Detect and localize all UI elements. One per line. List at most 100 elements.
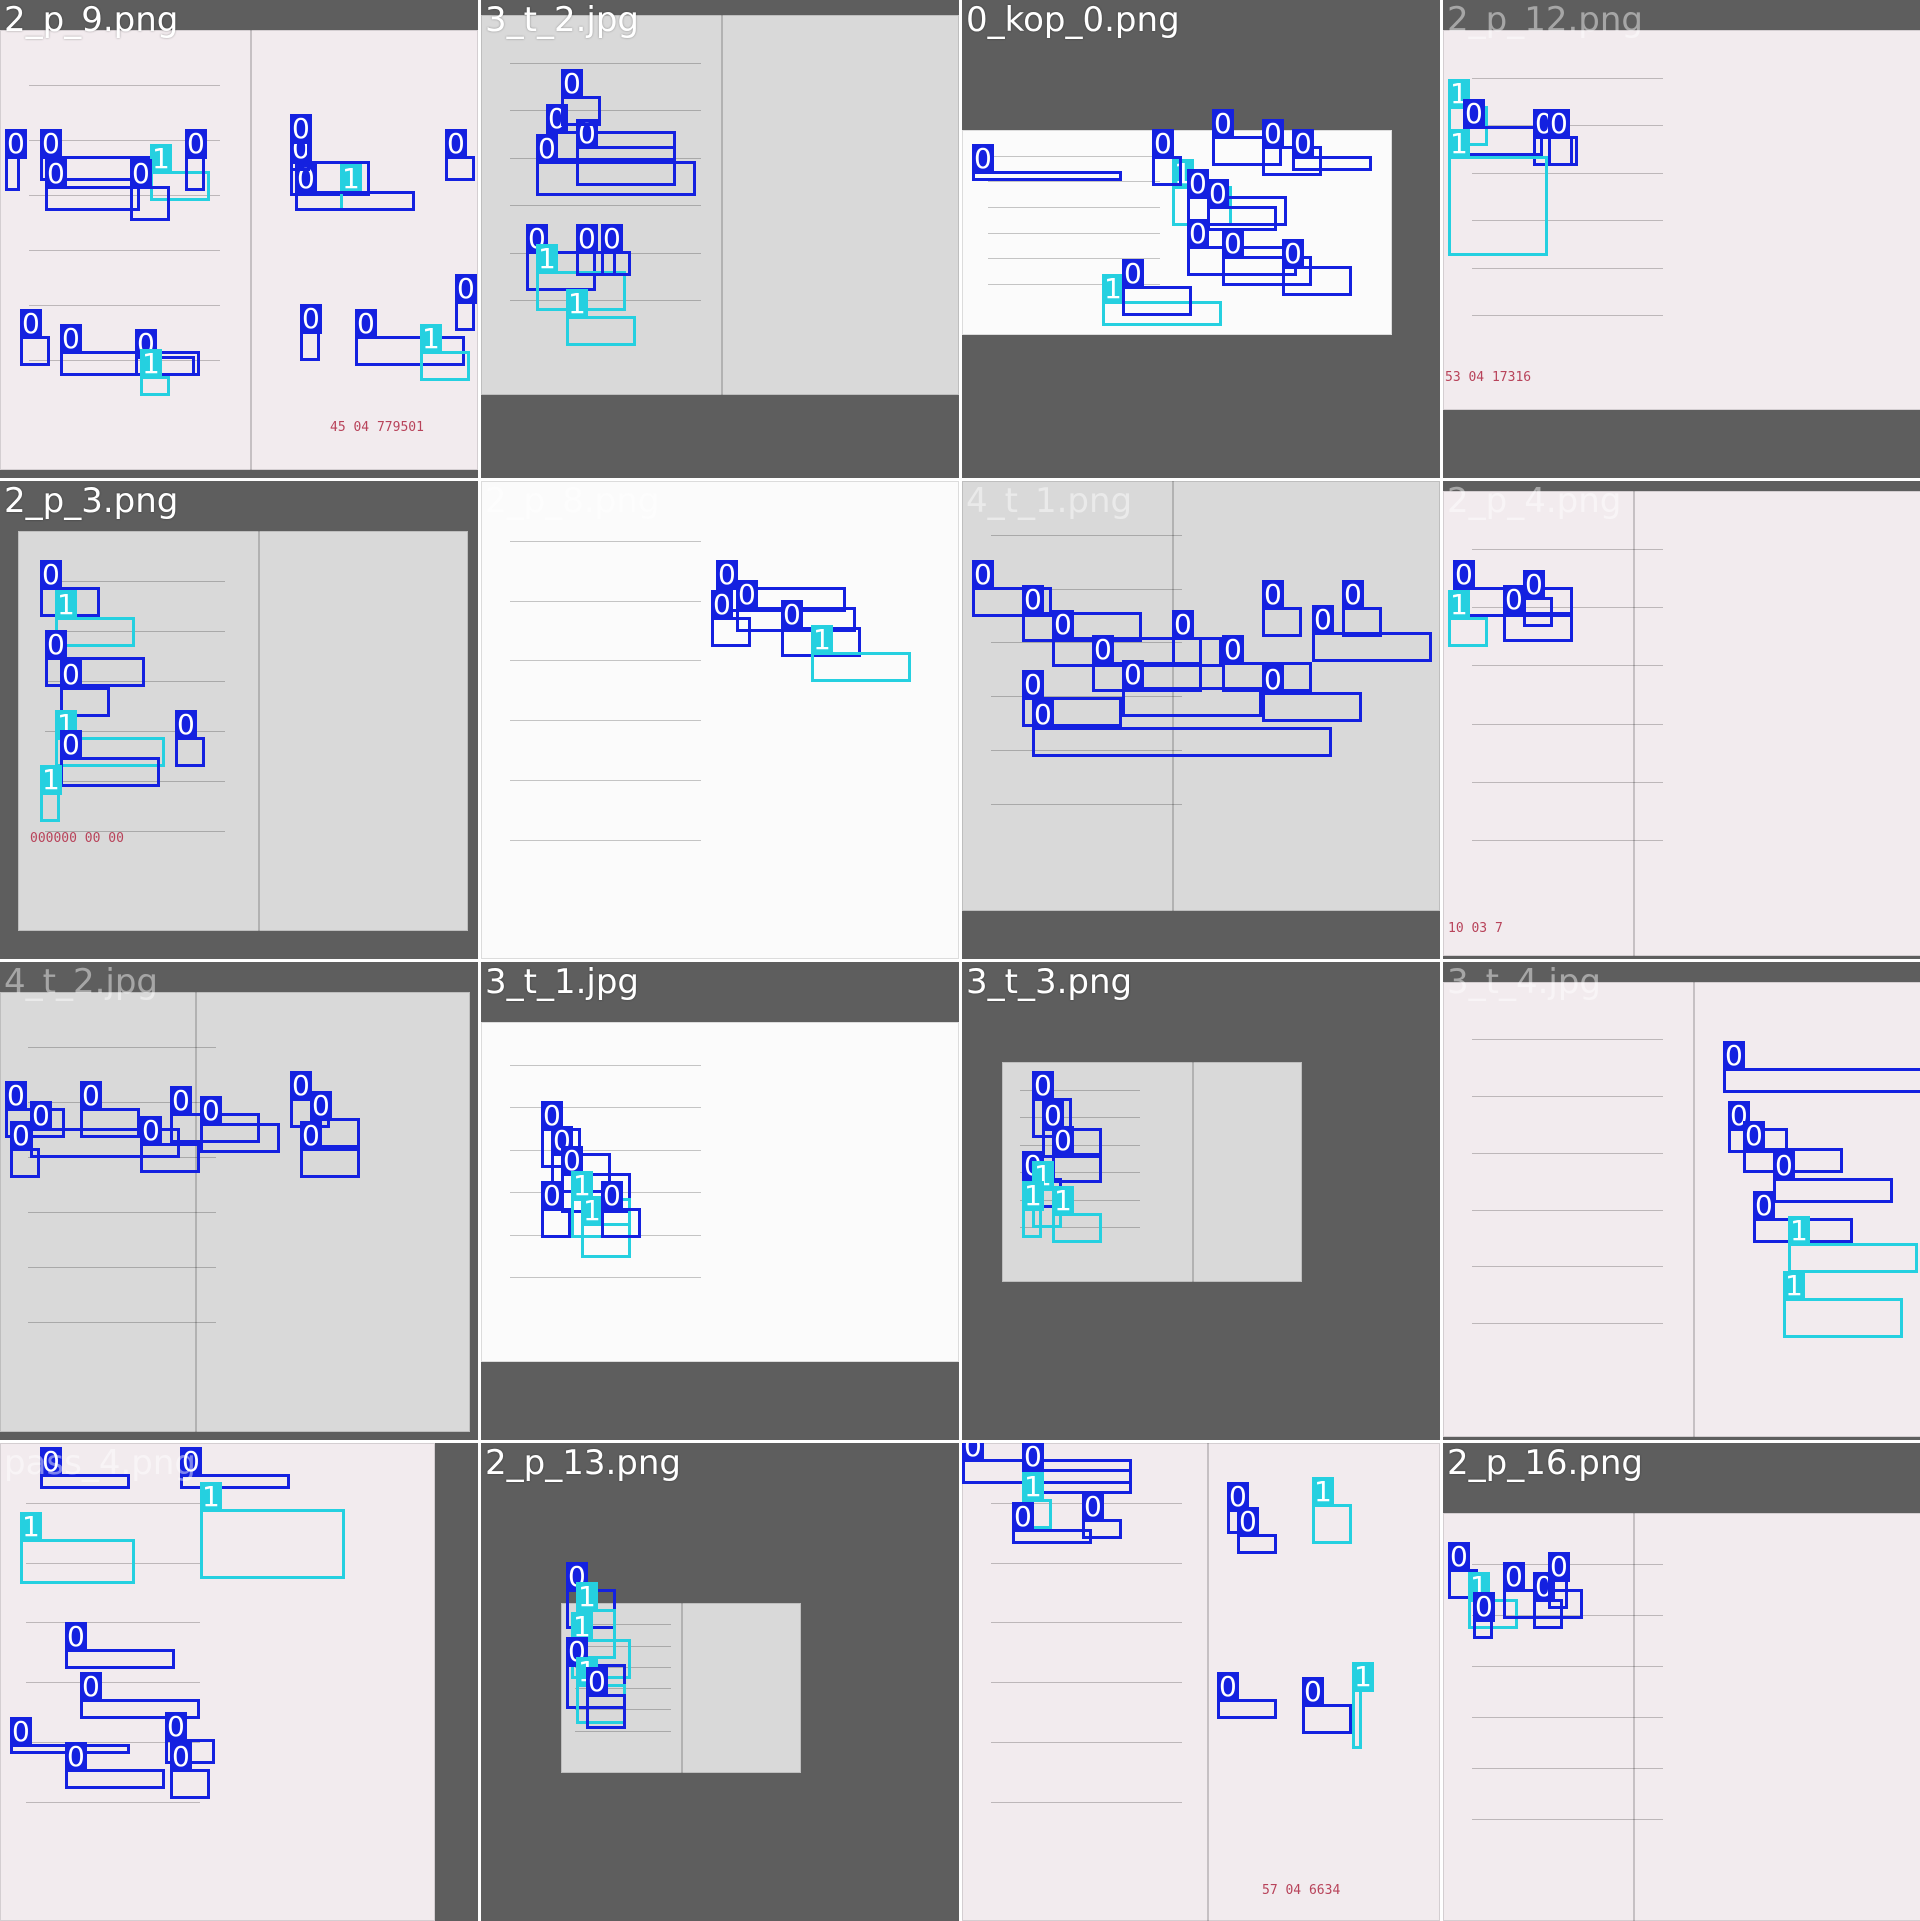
detection-box: 1 bbox=[20, 1512, 135, 1584]
detection-box: 0 bbox=[185, 129, 207, 191]
class-label: 0 bbox=[716, 558, 738, 591]
tile-filename: 2_p_8.png bbox=[485, 481, 660, 521]
document-page bbox=[0, 30, 478, 470]
class-label: 1 bbox=[536, 242, 558, 275]
ruled-line bbox=[1471, 1266, 1663, 1268]
detection-box: 0 bbox=[1548, 1552, 1570, 1609]
ruled-line bbox=[1471, 1209, 1663, 1211]
detection-box: 0 bbox=[1012, 1502, 1092, 1544]
ruled-line bbox=[509, 839, 701, 841]
class-label: 0 bbox=[1012, 1500, 1034, 1533]
ruled-line bbox=[987, 206, 1160, 208]
class-label: 0 bbox=[65, 1620, 87, 1653]
class-label: 0 bbox=[1032, 1069, 1054, 1102]
detection-box: 0 bbox=[140, 1116, 200, 1173]
class-label: 0 bbox=[601, 222, 623, 255]
class-label: 0 bbox=[300, 302, 322, 335]
serial-number: 57 04 6634 bbox=[1262, 1883, 1341, 1898]
ruled-line bbox=[509, 1277, 701, 1278]
class-label: 0 bbox=[1503, 1560, 1525, 1593]
class-label: 1 bbox=[581, 1194, 603, 1227]
detection-box: 0 bbox=[561, 69, 601, 126]
class-label: 0 bbox=[1052, 1124, 1074, 1157]
class-label: 0 bbox=[1312, 603, 1334, 636]
ruled-line bbox=[990, 1801, 1182, 1803]
class-label: 0 bbox=[1187, 217, 1209, 250]
image-tile: 0 0 0 1 1 0 0 3_t_1.jpg bbox=[481, 962, 959, 1440]
detection-box: 0 bbox=[711, 590, 751, 647]
ruled-line bbox=[1471, 1768, 1663, 1769]
ruled-line bbox=[509, 779, 701, 781]
class-label: 1 bbox=[40, 763, 62, 796]
detection-box: 0 bbox=[455, 274, 477, 331]
ruled-line bbox=[1471, 1038, 1663, 1040]
class-label: 0 bbox=[1723, 1039, 1745, 1072]
ruled-line bbox=[1471, 267, 1663, 269]
detection-box: 0 bbox=[10, 1121, 40, 1178]
class-label: 0 bbox=[445, 127, 467, 160]
ruled-line bbox=[28, 1322, 217, 1323]
detection-box: 0 bbox=[601, 224, 631, 276]
ruled-line bbox=[509, 660, 701, 662]
tile-filename: 0_kop_0.png bbox=[966, 0, 1180, 40]
ruled-line bbox=[990, 1682, 1182, 1683]
class-label: 0 bbox=[1217, 1670, 1239, 1703]
class-label: 0 bbox=[586, 1665, 608, 1698]
class-label: 1 bbox=[576, 1580, 598, 1613]
detection-box: 1 bbox=[420, 324, 470, 381]
class-label: 1 bbox=[140, 347, 162, 380]
class-label: 0 bbox=[1282, 237, 1304, 270]
ruled-line bbox=[509, 110, 701, 111]
detection-box: 0 bbox=[290, 114, 312, 171]
class-label: 0 bbox=[130, 157, 152, 190]
tile-filename: 2_p_9.png bbox=[4, 0, 179, 40]
class-label: 0 bbox=[45, 157, 67, 190]
detection-box: 0 bbox=[1473, 1592, 1495, 1639]
tile-filename: 3_t_1.jpg bbox=[485, 962, 640, 1002]
class-label: 0 bbox=[576, 222, 598, 255]
class-label: 0 bbox=[80, 1670, 102, 1703]
class-label: 0 bbox=[1187, 167, 1209, 200]
ruled-line bbox=[509, 62, 701, 64]
class-label: 0 bbox=[1207, 177, 1229, 210]
detection-box: 0 bbox=[5, 129, 27, 191]
image-tile: 0 0 0 0 0 0 0 0 0 0 4_t_2.jpg bbox=[0, 962, 478, 1440]
ruled-line bbox=[509, 540, 701, 542]
ruled-line bbox=[1471, 1717, 1663, 1718]
class-label: 0 bbox=[30, 1099, 52, 1132]
page-fold bbox=[258, 531, 260, 931]
page-fold bbox=[721, 15, 723, 395]
detection-box: 0 bbox=[1523, 570, 1553, 627]
tile-filename: 2_p_16.png bbox=[1447, 1443, 1643, 1483]
image-tile: 0 0 1 1 0 0 0 0 0 0 pass_4.png bbox=[0, 1443, 478, 1921]
tile-filename: 2_p_3.png bbox=[4, 481, 179, 521]
serial-number: 45 04 779501 bbox=[330, 420, 424, 435]
class-label: 1 bbox=[1022, 1179, 1044, 1212]
image-tile: 0 1 0 0 0 0 2_p_16.png bbox=[1443, 1443, 1920, 1921]
class-label: 0 bbox=[1453, 558, 1475, 591]
class-label: 0 bbox=[601, 1179, 623, 1212]
detection-box: 0 bbox=[1282, 239, 1352, 296]
ruled-line bbox=[26, 1801, 201, 1803]
detection-box: 0 bbox=[601, 1181, 641, 1238]
image-tile: 10 03 7 0 1 0 0 2_p_4.png bbox=[1443, 481, 1920, 959]
class-label: 0 bbox=[1022, 583, 1044, 616]
detection-box: 0 bbox=[1463, 99, 1543, 156]
image-tile: 0 1 0 0 0 0 0 1 0 0 0 0 0 0_kop_0.png bbox=[962, 0, 1440, 478]
image-tile: 0 0 0 1 0 2_p_8.png bbox=[481, 481, 959, 959]
ruled-line bbox=[987, 232, 1160, 234]
ruled-line bbox=[1471, 1666, 1663, 1667]
class-label: 0 bbox=[1052, 608, 1074, 641]
class-label: 1 bbox=[1448, 588, 1470, 621]
detection-box: 0 bbox=[1032, 700, 1332, 757]
class-label: 0 bbox=[536, 132, 558, 165]
class-label: 0 bbox=[1548, 1550, 1570, 1583]
ruled-line bbox=[990, 534, 1182, 536]
detection-box: 1 bbox=[566, 289, 636, 346]
class-label: 0 bbox=[175, 708, 197, 741]
class-label: 1 bbox=[1312, 1475, 1334, 1508]
class-label: 0 bbox=[1082, 1490, 1104, 1523]
ruled-line bbox=[1471, 1152, 1663, 1154]
class-label: 0 bbox=[20, 307, 42, 340]
class-label: 1 bbox=[1102, 272, 1124, 305]
